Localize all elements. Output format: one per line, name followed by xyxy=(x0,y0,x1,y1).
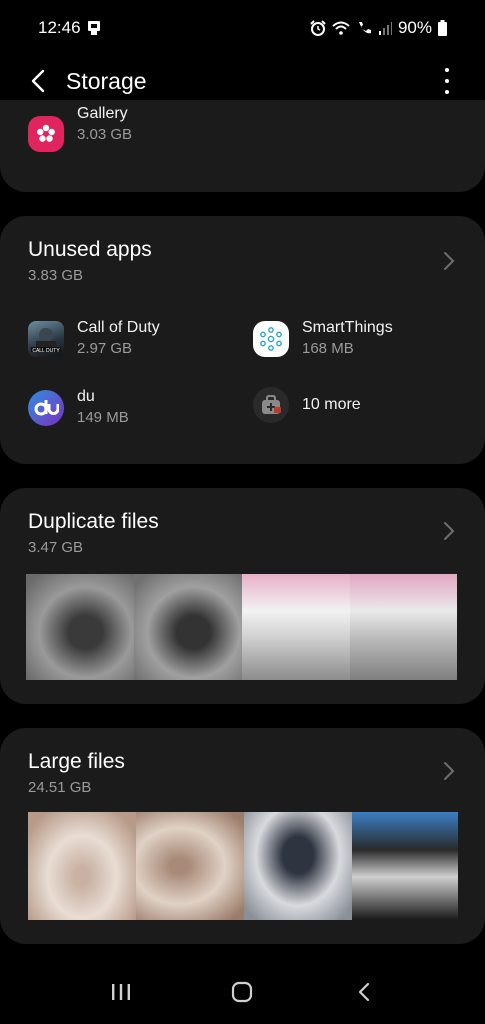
home-icon xyxy=(232,981,253,1003)
more-apps-label: 10 more xyxy=(302,396,361,413)
large-files-card[interactable]: Large files 24.51 GB xyxy=(0,728,485,944)
duplicate-files-title: Duplicate files xyxy=(28,510,159,533)
thumbnail[interactable] xyxy=(352,812,458,920)
status-time: 12:46 xyxy=(38,18,81,37)
thumbnail[interactable] xyxy=(350,574,457,680)
call-of-duty-icon: CALL DUTY xyxy=(28,321,64,357)
gallery-card[interactable]: Gallery 3.03 GB xyxy=(0,100,485,192)
more-options-icon xyxy=(445,68,449,72)
signal-icon xyxy=(378,22,392,35)
thumbnail[interactable] xyxy=(26,574,134,680)
app-item-du[interactable]: du 149 MB xyxy=(28,387,129,429)
back-button[interactable] xyxy=(24,66,52,96)
nav-back-button[interactable] xyxy=(344,972,384,1012)
large-files-chevron-icon[interactable] xyxy=(441,760,457,782)
gallery-row[interactable]: Gallery 3.03 GB xyxy=(28,105,133,152)
home-button[interactable] xyxy=(222,972,262,1012)
status-bar: 12:46 90% xyxy=(0,0,485,56)
more-options-button[interactable] xyxy=(437,68,457,94)
duplicate-files-card[interactable]: Duplicate files 3.47 GB xyxy=(0,488,485,704)
duplicate-thumbnails[interactable] xyxy=(26,574,457,680)
app-size: 2.97 GB xyxy=(77,340,133,357)
duplicate-files-chevron-icon[interactable] xyxy=(441,520,457,542)
large-files-thumbnails[interactable] xyxy=(28,812,458,920)
unused-apps-size: 3.83 GB xyxy=(28,267,84,284)
app-name: SmartThings xyxy=(302,319,393,336)
svg-text:CALL DUTY: CALL DUTY xyxy=(32,348,60,354)
more-apps-item[interactable]: 10 more xyxy=(253,387,361,423)
battery-icon xyxy=(438,20,447,36)
app-name: du xyxy=(77,388,95,405)
large-files-title: Large files xyxy=(28,750,125,773)
alarm-icon xyxy=(310,20,326,36)
unused-apps-chevron-icon[interactable] xyxy=(441,250,457,272)
wifi-icon xyxy=(332,21,350,35)
du-icon xyxy=(28,390,64,426)
thumbnail[interactable] xyxy=(134,574,242,680)
thumbnail[interactable] xyxy=(244,812,352,920)
thumbnail[interactable] xyxy=(242,574,350,680)
duplicate-files-size: 3.47 GB xyxy=(28,539,84,556)
battery-percent: 90% xyxy=(397,18,432,37)
gallery-icon xyxy=(28,116,64,152)
notification-icon xyxy=(87,21,100,35)
status-left: 12:46 xyxy=(38,18,101,38)
large-files-size: 24.51 GB xyxy=(28,779,92,796)
gallery-name: Gallery xyxy=(77,105,128,122)
app-item-smartthings[interactable]: SmartThings 168 MB xyxy=(253,318,393,360)
app-name: Call of Duty xyxy=(77,319,160,336)
smartthings-icon xyxy=(253,321,289,357)
recent-apps-icon xyxy=(111,984,130,1000)
gallery-size: 3.03 GB xyxy=(77,126,133,143)
page-title: Storage xyxy=(66,68,147,94)
app-size: 168 MB xyxy=(302,340,354,357)
navigation-bar xyxy=(0,960,485,1024)
recent-apps-button[interactable] xyxy=(101,972,141,1012)
thumbnail[interactable] xyxy=(136,812,244,920)
back-arrow-icon xyxy=(31,69,45,93)
unused-apps-title: Unused apps xyxy=(28,238,152,261)
wifi-calling-icon xyxy=(358,22,371,34)
thumbnail[interactable] xyxy=(28,812,136,920)
status-right: 90% xyxy=(310,18,447,38)
app-size: 149 MB xyxy=(77,409,129,426)
more-apps-icon xyxy=(253,387,289,423)
app-item-call-of-duty[interactable]: CALL DUTY Call of Duty 2.97 GB xyxy=(28,318,160,360)
unused-apps-card[interactable]: Unused apps 3.83 GB CALL DUTY Call of Du… xyxy=(0,216,485,464)
back-icon xyxy=(359,982,370,1002)
